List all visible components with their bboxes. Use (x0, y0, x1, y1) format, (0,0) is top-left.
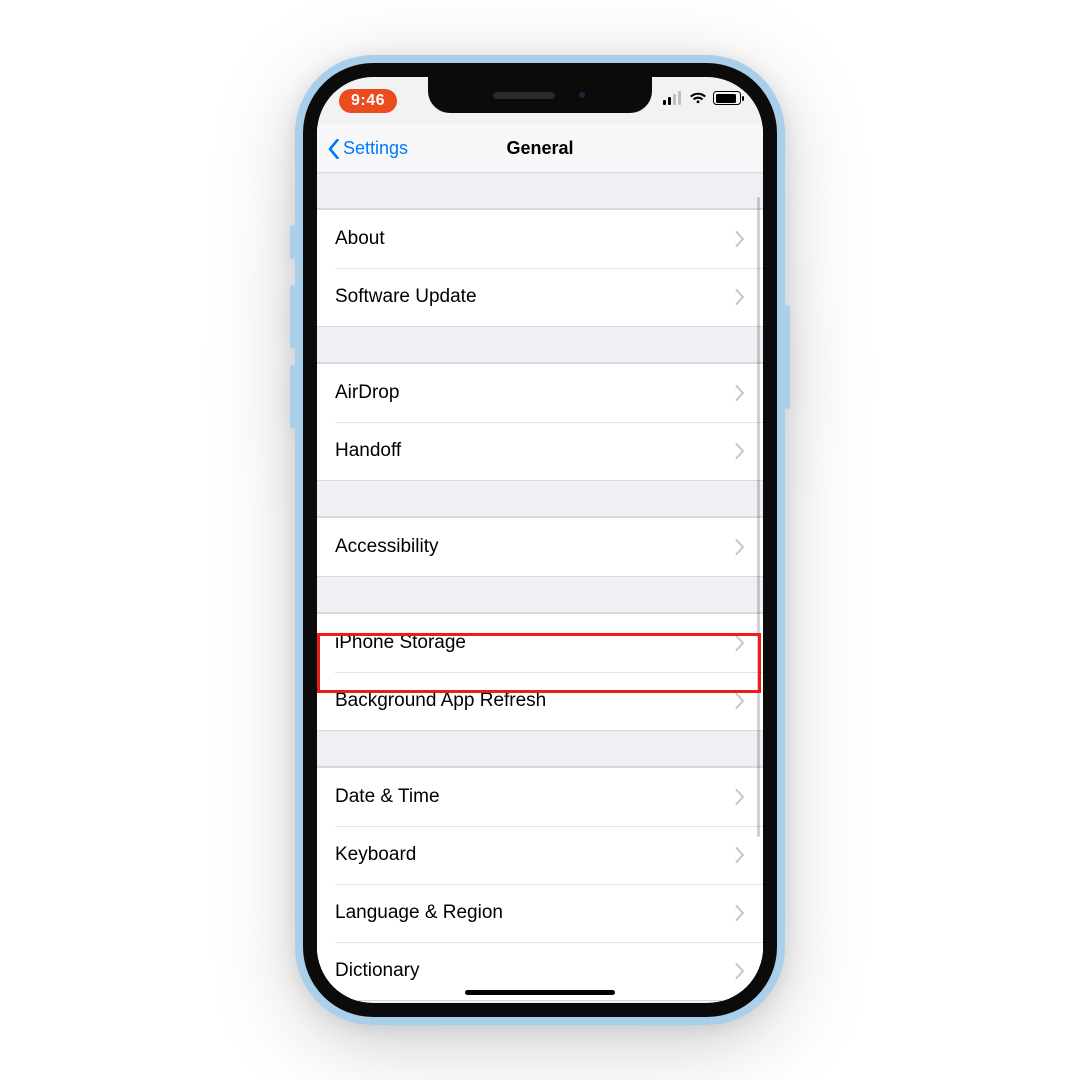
status-time: 9:46 (351, 92, 385, 109)
row-label: Language & Region (335, 902, 503, 924)
home-indicator[interactable] (465, 990, 615, 995)
row-background-app-refresh[interactable]: Background App Refresh (317, 672, 763, 730)
page-title: General (506, 138, 573, 159)
settings-group: iPhone Storage Background App Refresh (317, 613, 763, 731)
front-camera (577, 90, 587, 100)
status-time-recording-pill[interactable]: 9:46 (339, 89, 397, 113)
chevron-right-icon (735, 385, 745, 401)
row-airdrop[interactable]: AirDrop (317, 364, 763, 422)
row-label: Accessibility (335, 536, 438, 558)
row-label: iPhone Storage (335, 632, 466, 654)
battery-icon (713, 91, 741, 105)
chevron-right-icon (735, 289, 745, 305)
row-label: About (335, 228, 385, 250)
row-iphone-storage[interactable]: iPhone Storage (317, 614, 763, 672)
section-gap (317, 327, 763, 363)
scroll-indicator (757, 197, 760, 837)
chevron-right-icon (735, 443, 745, 459)
chevron-right-icon (735, 963, 745, 979)
phone-frame: 9:46 (295, 55, 785, 1025)
row-software-update[interactable]: Software Update (317, 268, 763, 326)
chevron-right-icon (735, 231, 745, 247)
side-button (785, 305, 790, 409)
notch (428, 77, 652, 113)
chevron-right-icon (735, 789, 745, 805)
chevron-right-icon (735, 905, 745, 921)
section-gap (317, 481, 763, 517)
section-gap (317, 173, 763, 209)
row-label: AirDrop (335, 382, 399, 404)
settings-group: About Software Update (317, 209, 763, 327)
row-date-time[interactable]: Date & Time (317, 768, 763, 826)
row-handoff[interactable]: Handoff (317, 422, 763, 480)
chevron-right-icon (735, 635, 745, 651)
cellular-signal-icon (663, 91, 683, 105)
phone-bezel: 9:46 (303, 63, 777, 1017)
chevron-left-icon (327, 139, 341, 159)
row-label: Keyboard (335, 844, 416, 866)
wifi-icon (689, 91, 707, 105)
volume-up-button (290, 285, 295, 349)
section-gap (317, 577, 763, 613)
row-keyboard[interactable]: Keyboard (317, 826, 763, 884)
speaker-grille (493, 92, 555, 99)
settings-group: Date & Time Keyboard Language & Region Dict… (317, 767, 763, 1001)
settings-group: AirDrop Handoff (317, 363, 763, 481)
row-accessibility[interactable]: Accessibility (317, 518, 763, 576)
status-icons (663, 91, 741, 105)
row-language-region[interactable]: Language & Region (317, 884, 763, 942)
row-label: Handoff (335, 440, 401, 462)
row-label: Dictionary (335, 960, 419, 982)
row-about[interactable]: About (317, 210, 763, 268)
chevron-right-icon (735, 847, 745, 863)
row-label: Software Update (335, 286, 477, 308)
nav-bar: Settings General (317, 125, 763, 173)
row-label: Date & Time (335, 786, 440, 808)
row-label: Background App Refresh (335, 690, 546, 712)
section-gap (317, 731, 763, 767)
settings-group: Accessibility (317, 517, 763, 577)
chevron-right-icon (735, 539, 745, 555)
back-label: Settings (343, 138, 408, 159)
settings-list[interactable]: About Software Update AirDrop Handoff Access… (317, 173, 763, 1001)
silence-switch (290, 225, 295, 259)
volume-down-button (290, 365, 295, 429)
screen: 9:46 (317, 77, 763, 1003)
chevron-right-icon (735, 693, 745, 709)
back-button[interactable]: Settings (327, 125, 408, 172)
